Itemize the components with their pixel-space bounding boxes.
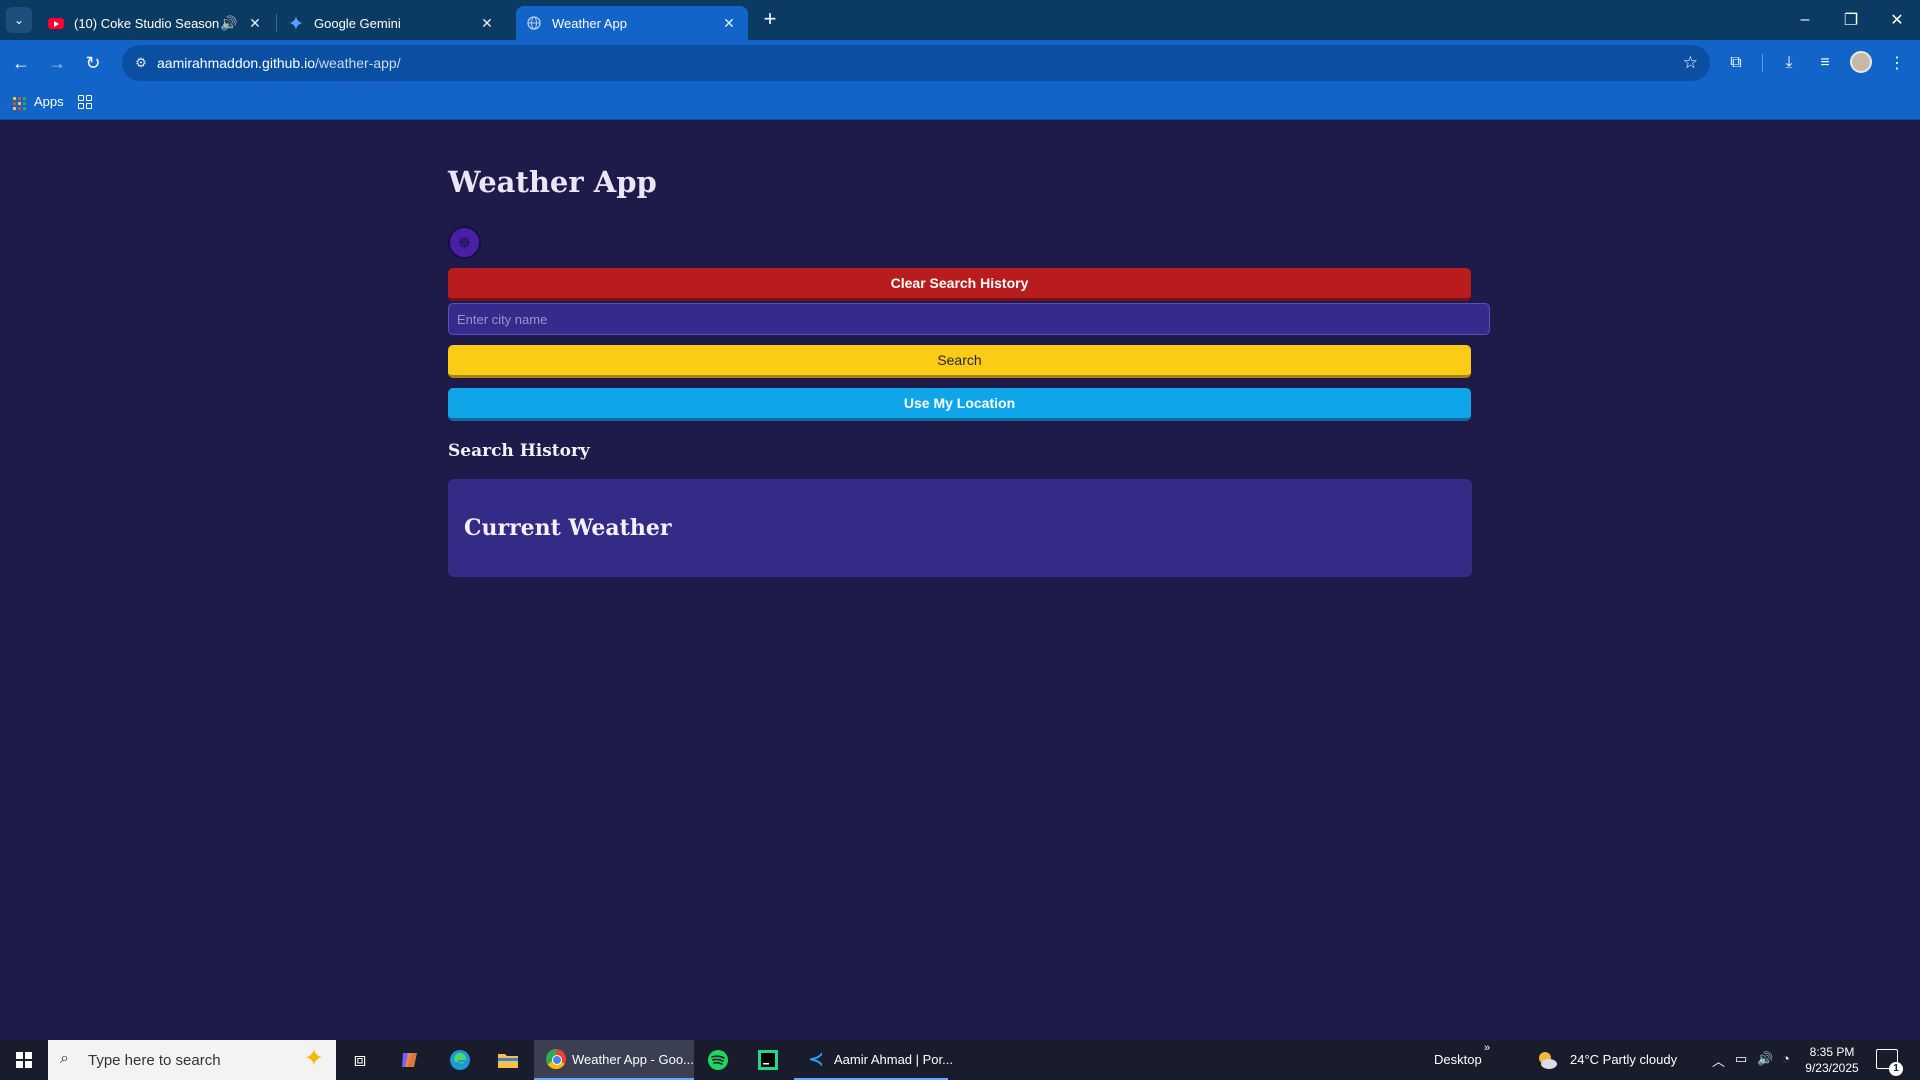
tab-weather-app[interactable]: Weather App ✕ [516,6,748,40]
bookmarks-bar: Apps [0,86,1920,120]
globe-icon [526,15,542,31]
tab-divider [276,14,277,32]
bookmark-star-icon[interactable]: ☆ [1683,53,1698,73]
apps-grid-icon[interactable] [13,97,26,110]
tab-title: Weather App [552,15,627,31]
url-path: /weather-app/ [315,55,401,71]
current-weather-heading: Current Weather [464,515,672,541]
tab-title: Google Gemini [314,15,401,31]
url-host: aamirahmaddon.github.io [157,55,315,71]
toolbar-divider [1762,54,1763,72]
kebab-menu-icon[interactable]: ⋮ [1883,49,1911,77]
wifi-icon[interactable]: ◔ [1782,1051,1790,1066]
windows-logo-icon [16,1052,32,1068]
partly-cloudy-icon[interactable] [1536,1049,1558,1071]
clear-history-button[interactable]: Clear Search History [448,268,1471,301]
apps-bookmark[interactable]: Apps [34,94,64,109]
close-window-icon[interactable]: ✕ [1874,0,1920,40]
weather-widget-text[interactable]: 24°C Partly cloudy [1570,1052,1677,1067]
volume-icon[interactable]: 🔊 [1757,1051,1773,1067]
media-control-icon[interactable]: ≡ [1811,49,1839,77]
taskbar-search-placeholder: Type here to search [88,1052,221,1069]
page-title: Weather App [448,165,657,199]
tab-coke-studio[interactable]: (10) Coke Studio Season 12 🔊 ✕ [38,6,274,40]
current-weather-card: Current Weather [448,479,1472,577]
city-input[interactable] [448,303,1490,335]
taskbar-vscode-portfolio[interactable]: ≺ Aamir Ahmad | Por... [794,1040,953,1080]
forward-arrow-icon[interactable]: → [43,49,71,77]
back-arrow-icon[interactable]: ← [7,49,35,77]
site-settings-icon[interactable]: ⚙ [132,54,150,72]
close-tab-icon[interactable]: ✕ [720,15,738,32]
tab-google-gemini[interactable]: Google Gemini ✕ [278,6,506,40]
chevron-up-icon[interactable]: ︿ [1712,1051,1725,1070]
clock-time: 8:35 PM [1809,1045,1855,1059]
taskbar: ⌕ Type here to search ✦ ⧈ Weather App - … [0,1040,1920,1080]
minimize-icon[interactable]: – [1782,0,1828,40]
restore-icon[interactable]: ❐ [1828,0,1874,40]
taskbar-app-label: Aamir Ahmad | Por... [834,1051,953,1067]
task-view-icon[interactable]: ⧈ [336,1040,384,1080]
search-history-heading: Search History [448,441,590,461]
extensions-puzzle-icon[interactable]: ⧉ [1722,49,1750,77]
copilot-icon[interactable] [386,1040,434,1080]
browser-toolbar: ← → ↻ ⚙ aamirahmaddon.github.io/weather-… [0,40,1920,86]
sparkle-icon: ✦ [303,1045,324,1072]
theme-toggle-button[interactable]: ☸ [448,226,481,259]
edge-icon[interactable] [436,1040,484,1080]
chevron-right-icon[interactable]: » [1484,1042,1490,1054]
download-icon[interactable]: ⤓ [1775,49,1803,77]
speaker-icon[interactable]: 🔊 [220,15,238,32]
tab-title: (10) Coke Studio Season 12 [74,15,220,31]
desktop-toolbar-label[interactable]: Desktop [1434,1052,1482,1067]
taskbar-search-box[interactable]: ⌕ Type here to search ✦ [48,1040,336,1080]
reload-icon[interactable]: ↻ [79,49,107,77]
address-bar[interactable]: ⚙ aamirahmaddon.github.io/weather-app/ ☆ [122,45,1710,81]
search-icon: ⌕ [60,1050,69,1067]
profile-avatar[interactable] [1850,51,1872,73]
theme-gear-icon: ☸ [457,234,472,252]
spotify-icon[interactable] [694,1040,742,1080]
tab-search-chevron-icon[interactable]: ⌄ [6,7,32,33]
taskbar-app-label: Weather App - Goo... [572,1051,694,1067]
gemini-icon [288,15,304,31]
taskbar-chrome-weather-app[interactable]: Weather App - Goo... [534,1040,694,1080]
windows-start-button[interactable] [0,1040,48,1080]
notification-count-badge: 1 [1889,1062,1903,1076]
use-location-button[interactable]: Use My Location [448,388,1471,421]
tab-groups-icon[interactable] [78,95,92,109]
meet-now-icon[interactable]: ▭ [1735,1051,1747,1067]
clock-date: 9/23/2025 [1805,1061,1859,1075]
pycharm-icon[interactable] [744,1040,792,1080]
youtube-icon [48,15,64,31]
close-tab-icon[interactable]: ✕ [478,15,496,32]
url-text[interactable]: aamirahmaddon.github.io/weather-app/ [157,55,401,71]
clock[interactable]: 8:35 PM 9/23/2025 [1800,1044,1864,1076]
chrome-icon [546,1049,566,1069]
new-tab-plus-icon[interactable]: + [758,8,782,32]
vscode-icon: ≺ [808,1048,824,1069]
browser-tab-bar: ⌄ (10) Coke Studio Season 12 🔊 ✕ Google … [0,0,1920,40]
close-tab-icon[interactable]: ✕ [246,15,264,32]
weather-app-page: Weather App ☸ Clear Search History Searc… [0,121,1920,1040]
file-explorer-icon[interactable] [484,1040,532,1080]
search-button[interactable]: Search [448,345,1471,378]
